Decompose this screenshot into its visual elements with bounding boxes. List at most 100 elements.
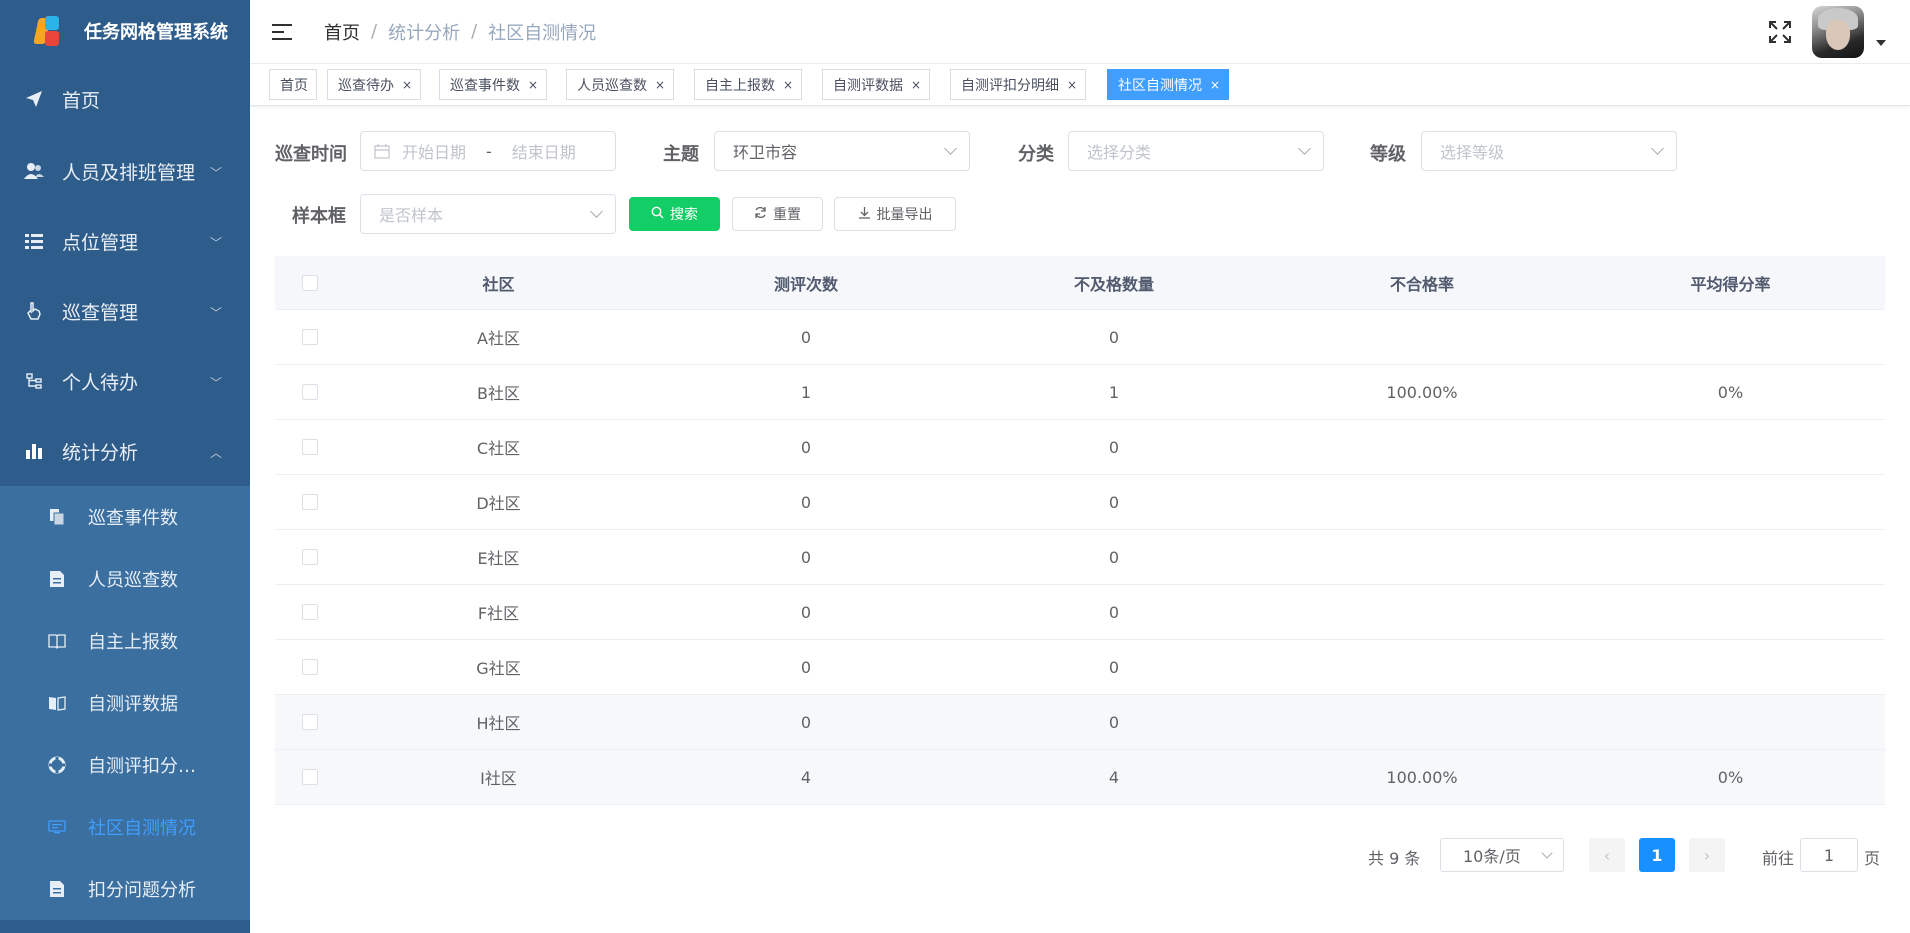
row-checkbox[interactable] [302, 549, 318, 565]
top-navbar: 首页 / 统计分析 / 社区自测情况 [250, 0, 1910, 64]
tags-view: 首页 巡查待办 × 巡查事件数 × 人员巡查数 × 自主上报数 × 自测评数据 … [250, 64, 1910, 106]
caret-down-icon[interactable] [1876, 40, 1886, 46]
row-checkbox[interactable] [302, 604, 318, 620]
category-select[interactable]: 选择分类 [1068, 131, 1324, 171]
fullscreen-icon[interactable] [1768, 20, 1792, 44]
close-icon[interactable]: × [1067, 78, 1077, 92]
submenu-item-label: 巡查事件数 [88, 508, 178, 529]
table-row[interactable]: G社区 0 0 [275, 640, 1885, 695]
sidebar-item-todo[interactable]: 个人待办 ﹀ [0, 346, 250, 416]
submenu-item-patrol-events[interactable]: 巡查事件数 [0, 486, 250, 548]
submenu-item-self-reports[interactable]: 自主上报数 [0, 610, 250, 672]
table-row[interactable]: C社区 0 0 [275, 420, 1885, 475]
tag-staff-patrols[interactable]: 人员巡查数 × [566, 69, 675, 100]
row-checkbox-cell [275, 769, 345, 785]
community-cell: A社区 [477, 329, 520, 348]
fail-rate-cell: 100.00% [1386, 767, 1458, 787]
row-checkbox[interactable] [302, 494, 318, 510]
sidebar-item-home[interactable]: 首页 [0, 62, 250, 136]
row-checkbox[interactable] [302, 659, 318, 675]
tag-label: 自测评扣分明细 [961, 77, 1059, 94]
table-row[interactable]: D社区 0 0 [275, 475, 1885, 530]
fail-cell: 0 [1108, 492, 1120, 512]
submenu-item-deduction-analysis[interactable]: 扣分问题分析 [0, 858, 250, 920]
count-cell: 1 [800, 382, 812, 402]
close-icon[interactable]: × [783, 78, 793, 92]
tag-self-eval-data[interactable]: 自测评数据 × [822, 69, 931, 100]
row-checkbox[interactable] [302, 384, 318, 400]
table-row[interactable]: B社区 1 1 100.00% 0% [275, 365, 1885, 420]
tag-community-self-test[interactable]: 社区自测情况 × [1107, 69, 1230, 100]
date-range-picker[interactable]: 开始日期 - 结束日期 [360, 131, 616, 171]
search-button[interactable]: 搜索 [629, 197, 720, 231]
sidebar-item-staff[interactable]: 人员及排班管理 ﹀ [0, 136, 250, 206]
tag-label: 巡查事件数 [450, 77, 520, 94]
chevron-down-icon: ﹀ [209, 236, 222, 250]
tag-self-eval-deductions[interactable]: 自测评扣分明细 × [950, 69, 1087, 100]
next-page-button[interactable]: › [1689, 838, 1725, 872]
column-header: 不及格数量 [1073, 274, 1154, 294]
tag-patrol-todo[interactable]: 巡查待办 × [327, 69, 422, 100]
submenu-item-community-self-test[interactable]: 社区自测情况 [0, 796, 250, 858]
list-icon [24, 231, 44, 251]
sample-select[interactable]: 是否样本 [360, 194, 616, 234]
table-row[interactable]: A社区 0 0 [275, 310, 1885, 365]
tag-home[interactable]: 首页 [269, 69, 317, 100]
end-date-input[interactable]: 结束日期 [512, 139, 576, 163]
hamburger-icon[interactable] [272, 23, 292, 40]
table-row[interactable]: F社区 0 0 [275, 585, 1885, 640]
avatar[interactable] [1812, 6, 1864, 58]
table-row[interactable]: E社区 0 0 [275, 530, 1885, 585]
prev-page-button[interactable]: ‹ [1589, 838, 1625, 872]
row-checkbox[interactable] [302, 439, 318, 455]
app-title: 任务网格管理系统 [84, 22, 228, 43]
topic-label: 主题 [663, 144, 699, 165]
close-icon[interactable]: × [402, 78, 412, 92]
document-icon [48, 570, 66, 588]
sidebar-footer [0, 921, 250, 933]
sidebar-item-statistics[interactable]: 统计分析 ︿ [0, 416, 250, 486]
submenu-item-self-eval-deductions[interactable]: 自测评扣分… [0, 734, 250, 796]
count-cell: 0 [800, 657, 812, 677]
chevron-down-icon: ﹀ [209, 166, 222, 180]
table-row[interactable]: I社区 4 4 100.00% 0% [275, 750, 1885, 805]
range-separator: - [486, 141, 492, 161]
tag-label: 首页 [280, 77, 308, 94]
table-header: 社区 测评次数 不及格数量 不合格率 平均得分率 [275, 256, 1885, 310]
page-number-current[interactable]: 1 [1639, 838, 1675, 872]
tag-self-reports[interactable]: 自主上报数 × [694, 69, 803, 100]
column-header: 不合格率 [1389, 274, 1454, 294]
avg-rate-cell: 0% [1717, 382, 1744, 402]
sidebar-item-points[interactable]: 点位管理 ﹀ [0, 206, 250, 276]
monitor-icon [48, 818, 66, 836]
sidebar-item-patrol[interactable]: 巡查管理 ﹀ [0, 276, 250, 346]
topic-select[interactable]: 环卫市容 [714, 131, 970, 171]
tag-patrol-events[interactable]: 巡查事件数 × [439, 69, 548, 100]
breadcrumb-home[interactable]: 首页 [324, 19, 360, 45]
batch-export-button[interactable]: 批量导出 [834, 197, 956, 231]
submenu-item-self-eval-data[interactable]: 自测评数据 [0, 672, 250, 734]
row-checkbox[interactable] [302, 769, 318, 785]
row-checkbox[interactable] [302, 714, 318, 730]
submenu-item-staff-patrols[interactable]: 人员巡查数 [0, 548, 250, 610]
close-icon[interactable]: × [911, 78, 921, 92]
tag-label: 社区自测情况 [1118, 77, 1202, 94]
goto-page-input[interactable]: 1 [1800, 838, 1858, 872]
close-icon[interactable]: × [528, 78, 538, 92]
app-logo[interactable]: 任务网格管理系统 [0, 0, 250, 62]
row-checkbox[interactable] [302, 329, 318, 345]
fail-cell: 0 [1108, 437, 1120, 457]
fail-cell: 0 [1108, 327, 1120, 347]
count-cell: 0 [800, 327, 812, 347]
topic-value: 环卫市容 [733, 143, 798, 162]
count-cell: 0 [800, 602, 812, 622]
reset-button[interactable]: 重置 [732, 197, 823, 231]
table-row[interactable]: H社区 0 0 [275, 695, 1885, 750]
chevron-down-icon: ﹀ [209, 306, 222, 320]
select-all-checkbox[interactable] [302, 274, 318, 291]
page-size-select[interactable]: 10条/页 [1440, 838, 1564, 872]
start-date-input[interactable]: 开始日期 [402, 139, 466, 163]
close-icon[interactable]: × [655, 78, 665, 92]
level-select[interactable]: 选择等级 [1421, 131, 1677, 171]
close-icon[interactable]: × [1210, 78, 1220, 92]
